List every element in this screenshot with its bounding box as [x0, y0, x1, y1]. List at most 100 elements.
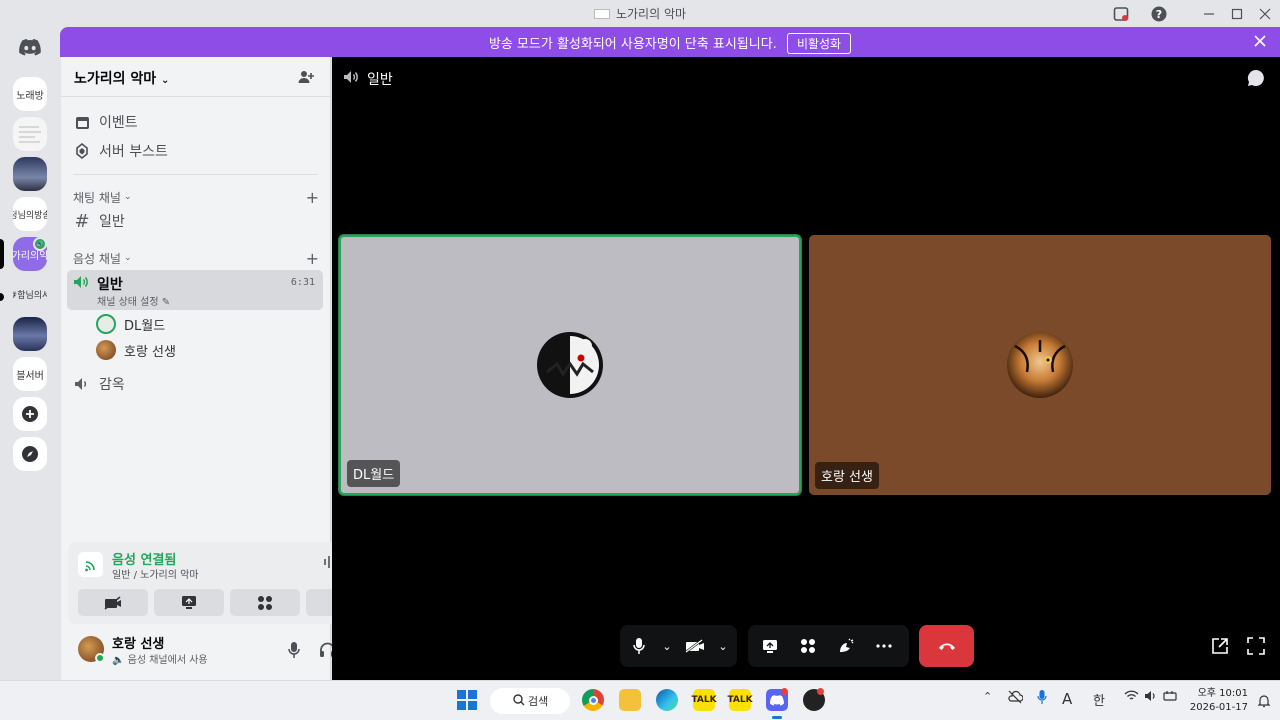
events-item[interactable]: 이벤트	[73, 109, 323, 135]
notification-bell-icon[interactable]	[1257, 694, 1271, 712]
voice-location: 일반 / 노가리의 악마	[112, 570, 199, 581]
chevron-down-icon: ⌄	[161, 75, 170, 86]
help-icon[interactable]: ?	[1149, 4, 1169, 24]
font-indicator[interactable]: A	[1062, 690, 1072, 708]
title-bar: 노가리의 악마 ?	[0, 0, 1280, 27]
ime-indicator[interactable]: 한	[1093, 690, 1105, 709]
text-channel-general[interactable]: # 일반	[73, 208, 323, 234]
add-voice-channel-icon[interactable]: +	[306, 249, 319, 268]
video-tile-dlworld[interactable]: DL월드	[339, 235, 801, 495]
tray-microphone-icon[interactable]	[1037, 690, 1047, 709]
set-channel-status[interactable]: 채널 상태 설정 ✎	[97, 293, 170, 308]
server-icon-3[interactable]	[13, 157, 47, 191]
server-name: 노가리의 악마 ⌄	[74, 71, 170, 87]
tile-name-label: DL월드	[347, 460, 401, 487]
voice-user-dlworld[interactable]: DL월드	[96, 312, 165, 336]
kakaotalk-icon[interactable]: TALK	[691, 689, 717, 711]
notification-badge	[781, 688, 788, 695]
user-name: 호랑 선생	[112, 637, 165, 652]
inbox-icon[interactable]	[1111, 4, 1131, 24]
deactivate-button[interactable]: 비활성화	[786, 33, 852, 54]
calendar-icon	[73, 115, 91, 130]
popout-icon[interactable]	[1211, 637, 1229, 659]
camera-off-button[interactable]	[78, 589, 148, 616]
text-category[interactable]: 채팅 채널 ⌄ +	[73, 187, 323, 207]
chevron-down-icon[interactable]: ⌄	[658, 628, 676, 664]
volume-icon[interactable]	[1144, 690, 1158, 706]
avatar	[537, 332, 603, 398]
minimize-icon[interactable]	[1199, 4, 1219, 24]
add-server-icon[interactable]	[13, 397, 47, 431]
clock[interactable]: 오후 10:01 2026-01-17	[1188, 687, 1248, 715]
mic-camera-controls: ⌄ ⌄	[620, 625, 737, 667]
cloud-off-icon[interactable]	[1007, 690, 1024, 708]
tray-chevron-up-icon[interactable]: ⌃	[983, 690, 992, 703]
microphone-icon[interactable]	[620, 628, 658, 664]
soundboard-icon[interactable]	[827, 628, 865, 664]
fullscreen-icon[interactable]	[1247, 637, 1265, 659]
kakaotalk-icon-2[interactable]: TALK	[727, 689, 753, 711]
camera-off-icon[interactable]	[676, 628, 714, 664]
maximize-icon[interactable]	[1227, 4, 1247, 24]
server-icon-1[interactable]: 노래방	[13, 77, 47, 111]
speaker-icon	[343, 70, 359, 88]
channel-sidebar: 노가리의 악마 ⌄ 이벤트 서버 부스트 채팅 채널 ⌄ + # 일반 음성 채널…	[61, 57, 381, 680]
avatar	[1007, 332, 1073, 398]
server-icon-7[interactable]: 블서버	[13, 357, 47, 391]
voice-category[interactable]: 음성 채널 ⌄ +	[73, 248, 323, 268]
add-text-channel-icon[interactable]: +	[306, 188, 319, 207]
server-icon-5[interactable]: #함님의서	[13, 277, 47, 311]
chat-bubble-icon[interactable]	[1247, 69, 1265, 91]
activities-button[interactable]	[230, 589, 300, 616]
battery-plug-icon[interactable]	[1163, 690, 1179, 706]
taskbar-search[interactable]: 검색	[490, 688, 570, 714]
close-window-icon[interactable]	[1255, 4, 1275, 24]
channel-title: 일반	[367, 72, 393, 88]
server-boost-item[interactable]: 서버 부스트	[73, 138, 323, 164]
server-header[interactable]: 노가리의 악마 ⌄	[61, 57, 330, 97]
voice-channel-jail[interactable]: 감옥	[73, 371, 323, 397]
speaker-icon	[73, 275, 89, 293]
disconnect-button[interactable]	[919, 625, 974, 667]
voice-timer: 6:31	[290, 277, 315, 288]
tile-name-label: 호랑 선생	[815, 462, 879, 489]
share-controls	[748, 625, 909, 667]
voice-active-badge: 🔊	[33, 237, 47, 251]
screen-share-icon[interactable]	[751, 628, 789, 664]
speaker-icon	[73, 377, 91, 391]
avatar	[96, 340, 116, 360]
screen-share-button[interactable]	[154, 589, 224, 616]
discord-home-icon[interactable]	[13, 30, 47, 64]
invite-people-icon[interactable]	[298, 69, 314, 89]
hashtag-icon: #	[74, 210, 90, 232]
divider	[73, 174, 318, 175]
signal-icon[interactable]	[78, 552, 103, 577]
edge-icon[interactable]	[656, 689, 678, 711]
pencil-icon: ✎	[161, 297, 171, 308]
svg-text:?: ?	[1156, 8, 1162, 21]
video-tile-horang[interactable]: 호랑 선생	[809, 235, 1271, 495]
voice-user-horang[interactable]: 호랑 선생	[96, 338, 176, 362]
avatar	[96, 314, 116, 334]
windows-start-icon[interactable]	[456, 689, 478, 711]
chrome-icon[interactable]	[582, 689, 604, 711]
microphone-icon[interactable]	[287, 641, 301, 663]
user-status: 🔈 음성 채널에서 사용	[112, 655, 208, 666]
more-options-icon[interactable]	[865, 628, 903, 664]
wifi-icon[interactable]	[1124, 690, 1139, 706]
server-rail: 노래방 청님의방송 가리의악 🔊 #함님의서 블서버	[0, 27, 60, 680]
explore-servers-icon[interactable]	[13, 437, 47, 471]
app-icon	[593, 9, 610, 19]
server-icon-4[interactable]: 청님의방송	[13, 197, 47, 231]
file-explorer-icon[interactable]	[619, 689, 641, 711]
server-icon-2[interactable]	[13, 117, 47, 151]
user-panel: 호랑 선생 🔈 음성 채널에서 사용	[61, 628, 369, 680]
hang-up-icon	[938, 643, 955, 650]
voice-channel-general[interactable]: 일반 6:31 채널 상태 설정 ✎	[67, 270, 323, 310]
online-status-dot	[95, 653, 105, 663]
voice-stage: 일반 DL월드 호랑 선생 ⌄ ⌄	[332, 57, 1280, 680]
banner-close-icon[interactable]	[1254, 32, 1266, 51]
activities-icon[interactable]	[789, 628, 827, 664]
server-icon-6[interactable]	[13, 317, 47, 351]
chevron-down-icon[interactable]: ⌄	[714, 628, 732, 664]
